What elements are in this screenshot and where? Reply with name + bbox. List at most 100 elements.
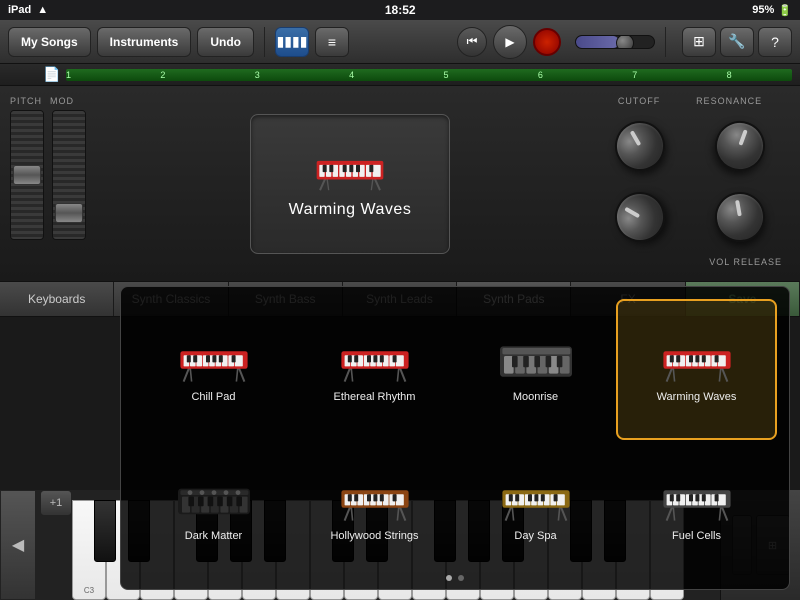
piano-left-button[interactable]: ◀ xyxy=(0,490,36,600)
help-button[interactable]: ? xyxy=(758,27,792,57)
preset-icon-fuel-cells xyxy=(657,476,737,526)
battery-icon: 🔋 xyxy=(778,4,792,17)
battery-label: 95% xyxy=(752,4,774,16)
scroll-dots xyxy=(442,571,468,585)
rewind-button[interactable]: ⏮ xyxy=(457,27,487,57)
preset-name-dark-matter: Dark Matter xyxy=(185,530,242,542)
right-controls: CUTOFF RESONANCE VOL RELEASE xyxy=(590,96,790,271)
scroll-dot-1 xyxy=(446,575,452,581)
preset-name-day-spa: Day Spa xyxy=(514,530,556,542)
separator-1 xyxy=(264,27,265,57)
instrument-image xyxy=(310,148,390,193)
synth-area: PITCH MOD xyxy=(0,86,800,281)
pitch-thumb xyxy=(13,165,41,185)
preset-name-warming-waves: Warming Waves xyxy=(657,391,737,403)
pitch-slider[interactable] xyxy=(10,110,44,240)
preset-fuel-cells[interactable]: Fuel Cells xyxy=(616,440,777,577)
timeline-track[interactable]: 1 2 3 4 5 6 7 8 xyxy=(66,69,792,81)
separator-2 xyxy=(665,27,666,57)
preset-icon-warming-waves xyxy=(657,337,737,387)
piano-note-label: C3 xyxy=(84,586,94,595)
settings-button[interactable]: 🔧 xyxy=(720,27,754,57)
preset-icon-day-spa xyxy=(496,476,576,526)
cutoff-knob-2[interactable] xyxy=(606,183,674,251)
status-left: iPad ▲ xyxy=(8,4,48,16)
status-right: 95% 🔋 xyxy=(752,4,792,17)
cutoff-label: CUTOFF xyxy=(618,96,660,106)
black-key-0[interactable] xyxy=(94,500,116,562)
wifi-icon: ▲ xyxy=(37,4,48,16)
undo-button[interactable]: Undo xyxy=(197,27,254,57)
cutoff-knob-1[interactable] xyxy=(606,112,674,180)
mod-thumb xyxy=(55,203,83,223)
preset-grid: Chill Pad xyxy=(121,287,789,589)
toolbar: My Songs Instruments Undo ▮▮▮▮ ≡ ⏮ ▶ ⊞ 🔧… xyxy=(0,20,800,64)
master-volume-slider[interactable] xyxy=(575,35,655,49)
timeline: 📄 1 2 3 4 5 6 7 8 xyxy=(0,64,800,86)
mod-slider[interactable] xyxy=(52,110,86,240)
preset-day-spa[interactable]: Day Spa xyxy=(455,440,616,577)
resonance-knob-2[interactable] xyxy=(711,188,769,246)
pitch-track xyxy=(11,111,43,239)
volume-fill xyxy=(576,36,619,48)
preset-moonrise[interactable]: Moonrise xyxy=(455,299,616,440)
transport-controls: ⏮ ▶ xyxy=(457,25,561,59)
track-view-button[interactable]: ▮▮▮▮ xyxy=(275,27,309,57)
instrument-box[interactable]: Warming Waves xyxy=(250,114,450,254)
instrument-display: Warming Waves xyxy=(120,96,580,271)
sliders-row xyxy=(10,110,110,271)
volume-knob xyxy=(616,35,634,49)
instrument-name: Warming Waves xyxy=(289,201,412,219)
bars-icon: ▮▮▮▮ xyxy=(277,33,308,50)
tab-keyboards[interactable]: Keyboards xyxy=(0,282,114,316)
bar-8: 8 xyxy=(727,69,732,81)
preset-chill-pad[interactable]: Chill Pad xyxy=(133,299,294,440)
plus-one-button[interactable]: +1 xyxy=(40,490,72,516)
scroll-dot-2 xyxy=(458,575,464,581)
list-view-button[interactable]: ≡ xyxy=(315,27,349,57)
mod-label: MOD xyxy=(50,96,74,106)
instruments-button[interactable]: Instruments xyxy=(97,27,192,57)
status-time: 18:52 xyxy=(385,3,416,17)
left-controls: PITCH MOD xyxy=(10,96,110,271)
record-button[interactable] xyxy=(533,28,561,56)
pitch-label: PITCH xyxy=(10,96,42,106)
device-label: iPad xyxy=(8,4,31,16)
bar-2: 2 xyxy=(160,69,165,81)
preset-icon-moonrise xyxy=(496,337,576,387)
vol-release-label: VOL RELEASE xyxy=(590,257,790,271)
bar-3: 3 xyxy=(255,69,260,81)
bar-4: 4 xyxy=(349,69,354,81)
preset-ethereal-rhythm[interactable]: Ethereal Rhythm xyxy=(294,299,455,440)
preset-icon-chill-pad xyxy=(174,337,254,387)
mixer-button[interactable]: ⊞ xyxy=(682,27,716,57)
preset-name-chill-pad: Chill Pad xyxy=(191,391,235,403)
bar-1: 1 xyxy=(66,69,71,81)
preset-icon-dark-matter xyxy=(174,476,254,526)
bar-6: 6 xyxy=(538,69,543,81)
track-icon: 📄 xyxy=(38,65,66,85)
right-icons: ⊞ 🔧 ? xyxy=(682,27,792,57)
preset-warming-waves[interactable]: Warming Waves xyxy=(616,299,777,440)
status-bar: iPad ▲ 18:52 95% 🔋 xyxy=(0,0,800,20)
preset-hollywood-strings[interactable]: Hollywood Strings xyxy=(294,440,455,577)
mod-track xyxy=(53,111,85,239)
preset-name-ethereal-rhythm: Ethereal Rhythm xyxy=(334,391,416,403)
list-icon: ≡ xyxy=(328,34,336,50)
knobs-section xyxy=(590,110,790,253)
preset-name-fuel-cells: Fuel Cells xyxy=(672,530,721,542)
resonance-label: RESONANCE xyxy=(696,96,762,106)
bar-5: 5 xyxy=(444,69,449,81)
preset-area: Chill Pad xyxy=(120,286,790,590)
resonance-knob-1[interactable] xyxy=(708,114,772,178)
knob-labels: CUTOFF RESONANCE xyxy=(590,96,790,106)
slider-labels: PITCH MOD xyxy=(10,96,110,106)
preset-icon-ethereal-rhythm xyxy=(335,337,415,387)
preset-dark-matter[interactable]: Dark Matter xyxy=(133,440,294,577)
my-songs-button[interactable]: My Songs xyxy=(8,27,91,57)
preset-icon-hollywood-strings xyxy=(335,476,415,526)
play-button[interactable]: ▶ xyxy=(493,25,527,59)
bar-7: 7 xyxy=(632,69,637,81)
preset-name-moonrise: Moonrise xyxy=(513,391,558,403)
preset-name-hollywood-strings: Hollywood Strings xyxy=(330,530,418,542)
